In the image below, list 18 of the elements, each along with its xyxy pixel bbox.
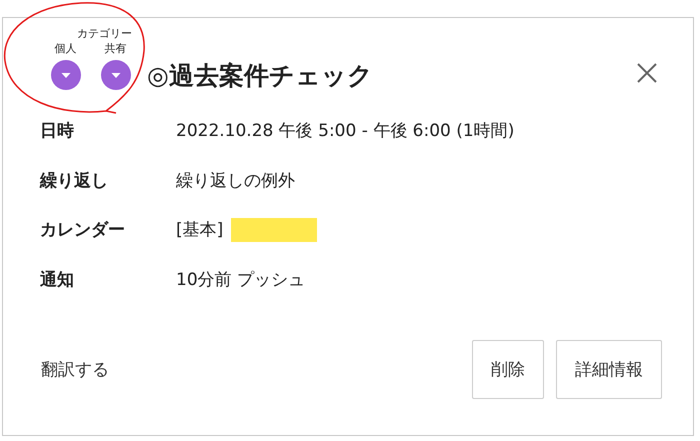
detail-value: [基本]: [176, 219, 224, 242]
category-heading: カテゴリー: [77, 26, 132, 41]
category-label: 個人: [54, 41, 76, 56]
dropdown-icon[interactable]: [50, 60, 80, 90]
dialog-button[interactable]: 詳細情報: [556, 340, 662, 399]
detail-label: 繰り返し: [40, 170, 109, 192]
translate-link[interactable]: 翻訳する: [41, 358, 109, 381]
detail-value: 繰り返しの例外: [176, 170, 295, 192]
dropdown-icon[interactable]: [100, 60, 130, 90]
detail-value: 10分前 プッシュ: [176, 268, 306, 291]
detail-label: 日時: [40, 120, 75, 142]
detail-label: カレンダー: [40, 219, 126, 242]
category-label: 共有: [104, 41, 126, 56]
event-title: ◎過去案件チェック: [147, 60, 373, 92]
close-icon[interactable]: [636, 62, 658, 84]
dialog-button[interactable]: 削除: [472, 340, 544, 399]
detail-label: 通知: [40, 268, 75, 291]
detail-value: 2022.10.28 午後 5:00 - 午後 6:00 (1時間): [176, 120, 514, 142]
